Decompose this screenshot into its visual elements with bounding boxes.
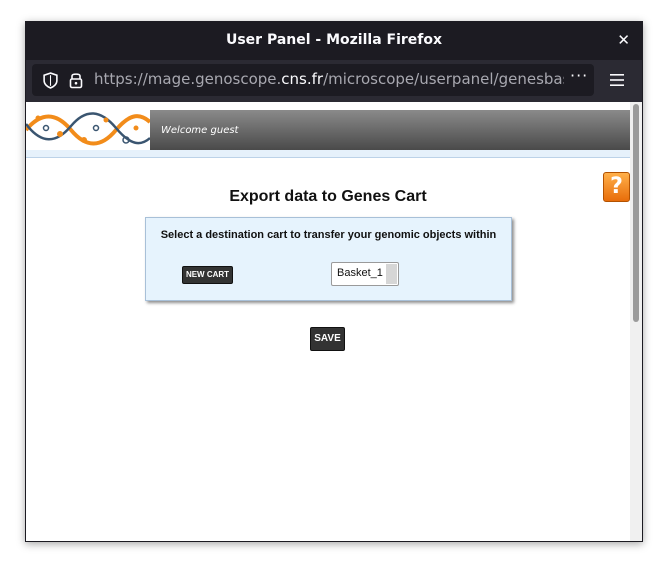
banner-divider [26, 150, 630, 158]
hamburger-menu-icon[interactable] [610, 73, 624, 87]
title-bar: User Panel - Mozilla Firefox ✕ [26, 22, 642, 60]
shield-icon[interactable] [42, 72, 59, 89]
window-title: User Panel - Mozilla Firefox [225, 32, 443, 48]
dropdown-arrow-icon[interactable] [386, 264, 397, 284]
scrollbar-thumb[interactable] [633, 104, 639, 322]
more-icon[interactable]: ··· [570, 66, 588, 85]
url-domain: cns.fr [281, 70, 324, 88]
cart-select[interactable]: Basket_1 [331, 262, 399, 286]
url-bar[interactable]: https://mage.genoscope.cns.fr/microscope… [32, 64, 594, 96]
page-title: Export data to Genes Cart [229, 188, 427, 205]
save-button[interactable]: SAVE [310, 327, 345, 351]
close-icon[interactable]: ✕ [617, 31, 630, 49]
page-viewport: Welcome guest ? Export data to Genes Car… [26, 102, 642, 541]
url-path: /microscope/userpanel/genesbasketpo [323, 70, 564, 88]
url-text[interactable]: https://mage.genoscope.cns.fr/microscope… [94, 70, 564, 88]
new-cart-button[interactable]: NEW CART [182, 266, 233, 284]
panel-instructions: Select a destination cart to transfer yo… [160, 229, 497, 241]
dna-logo-icon [26, 110, 150, 150]
header-banner: Welcome guest [26, 110, 630, 150]
lock-icon[interactable] [68, 71, 84, 89]
vertical-scrollbar[interactable] [630, 102, 642, 541]
url-prefix: https://mage.genoscope. [94, 70, 282, 88]
browser-window: User Panel - Mozilla Firefox ✕ https://m… [25, 21, 643, 542]
cart-select-value: Basket_1 [337, 267, 383, 279]
navigation-bar: https://mage.genoscope.cns.fr/microscope… [26, 60, 642, 102]
cart-selection-panel: Select a destination cart to transfer yo… [145, 217, 512, 301]
welcome-text: Welcome guest [161, 125, 239, 136]
